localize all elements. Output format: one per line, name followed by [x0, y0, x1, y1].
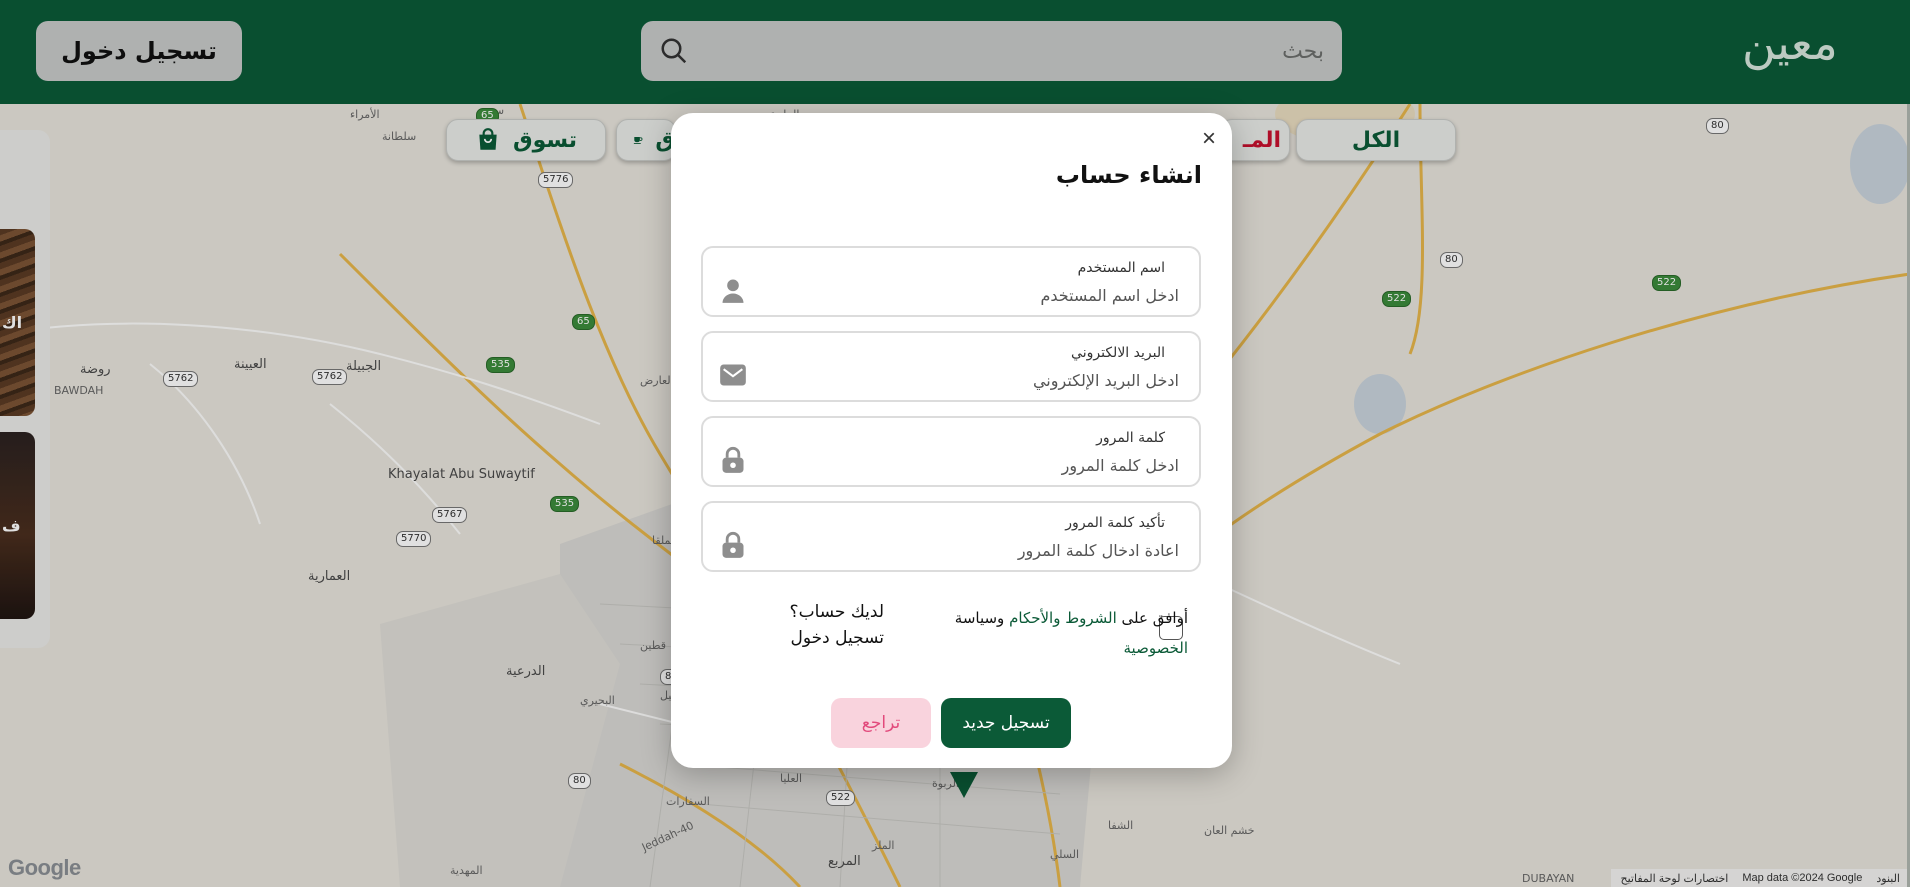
password-label: كلمة المرور [1096, 430, 1165, 446]
signup-modal: × انشاء حساب اسم المستخدم البريد الالكتر… [671, 113, 1232, 768]
envelope-icon [720, 364, 746, 386]
email-input[interactable] [779, 367, 1179, 393]
modal-title: انشاء حساب [1055, 161, 1202, 189]
email-field[interactable]: البريد الالكتروني [701, 331, 1201, 402]
username-label: اسم المستخدم [1077, 260, 1165, 276]
email-label: البريد الالكتروني [1071, 345, 1165, 361]
have-account-block: لديك حساب؟ تسجيل دخول [790, 599, 884, 651]
confirm-password-field[interactable]: تأكيد كلمة المرور [701, 501, 1201, 572]
password-field[interactable]: كلمة المرور [701, 416, 1201, 487]
have-account-text: لديك حساب؟ [789, 602, 884, 622]
username-field[interactable]: اسم المستخدم [701, 246, 1201, 317]
register-button[interactable]: تسجيل جديد [941, 698, 1071, 748]
lock-icon [722, 446, 744, 473]
password-input[interactable] [779, 452, 1179, 478]
agree-prefix: أوافق على [1121, 609, 1188, 627]
terms-link[interactable]: الشروط والأحكام [1009, 609, 1117, 627]
agree-middle: وسياسة [954, 609, 1005, 627]
terms-agreement-text: أوافق على الشروط والأحكام وسياسة الخصوصي… [928, 603, 1188, 663]
back-button[interactable]: تراجع [831, 698, 931, 748]
confirm-password-input[interactable] [779, 537, 1179, 563]
close-icon[interactable]: × [1197, 127, 1221, 151]
signin-link[interactable]: تسجيل دخول [790, 625, 885, 651]
username-input[interactable] [779, 282, 1179, 308]
confirm-password-label: تأكيد كلمة المرور [1065, 515, 1165, 531]
privacy-link[interactable]: الخصوصية [1124, 639, 1188, 657]
user-icon [722, 279, 744, 303]
lock-icon [722, 531, 744, 558]
